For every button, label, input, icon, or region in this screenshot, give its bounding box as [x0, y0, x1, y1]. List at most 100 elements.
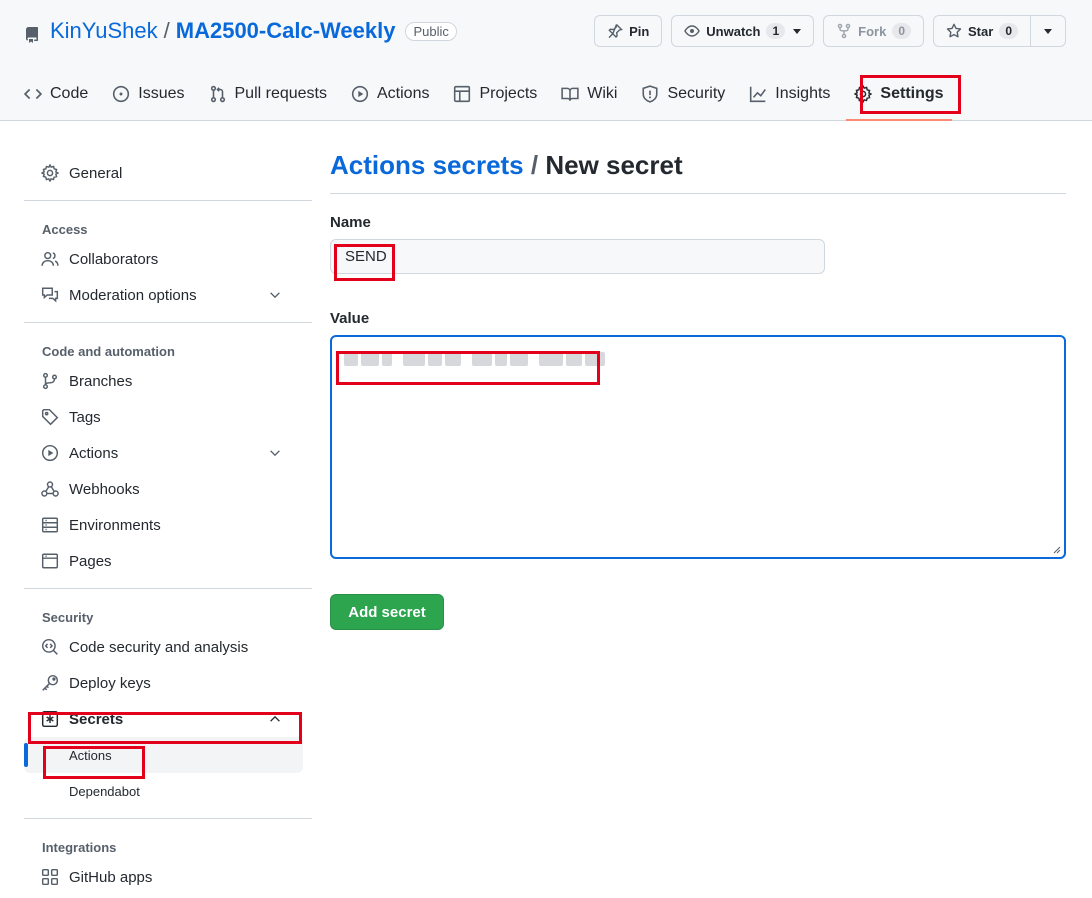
obscured-secret-value	[344, 352, 605, 366]
caret-down-icon	[1044, 28, 1052, 34]
tab-label: Insights	[775, 85, 831, 102]
apps-icon	[41, 868, 59, 886]
tab-label: Pull requests	[234, 85, 328, 102]
play-icon	[41, 444, 59, 462]
graph-icon	[750, 86, 767, 103]
settings-sidebar: General Access Collaborators Moderation …	[24, 155, 312, 895]
browser-icon	[41, 553, 59, 569]
page-title: Actions secrets / New secret	[330, 150, 1066, 194]
fork-label: Fork	[858, 23, 887, 39]
tab-issues[interactable]: Issues	[104, 74, 192, 114]
sidebar-item-tags[interactable]: Tags	[24, 399, 312, 435]
resize-grip-icon[interactable]	[1051, 544, 1061, 554]
caret-down-icon	[793, 28, 802, 34]
repo-title: KinYuShek / MA2500-Calc-Weekly Public	[24, 16, 457, 46]
sidebar-heading-security: Security	[42, 610, 94, 625]
sidebar-item-label: GitHub apps	[69, 868, 153, 886]
tab-actions[interactable]: Actions	[343, 74, 437, 114]
asterisk-box-icon	[41, 710, 59, 728]
code-icon	[24, 88, 42, 100]
key-icon	[42, 674, 59, 691]
fork-button[interactable]: Fork 0	[823, 15, 925, 47]
star-count: 0	[999, 23, 1018, 39]
table-icon	[454, 85, 471, 103]
secret-value-textarea[interactable]	[330, 335, 1066, 559]
breadcrumb-separator: /	[523, 150, 546, 180]
sidebar-item-label: Branches	[69, 372, 133, 390]
branch-icon	[42, 372, 58, 390]
tab-label: Issues	[138, 85, 185, 102]
sidebar-divider	[24, 200, 312, 201]
sidebar-item-environments[interactable]: Environments	[24, 507, 312, 543]
tab-code[interactable]: Code	[16, 74, 96, 114]
shield-icon	[642, 85, 659, 103]
sidebar-subitem-label: Actions	[69, 747, 112, 763]
sidebar-item-pages[interactable]: Pages	[24, 543, 312, 579]
eye-icon	[684, 25, 701, 37]
watch-count: 1	[766, 23, 786, 39]
star-button[interactable]: Star 0	[933, 15, 1031, 47]
fork-count: 0	[892, 23, 912, 39]
sidebar-heading-code-automation: Code and automation	[42, 344, 175, 359]
value-field-label: Value	[330, 310, 370, 327]
sidebar-item-moderation[interactable]: Moderation options	[24, 277, 312, 313]
star-list-dropdown[interactable]	[1031, 15, 1066, 47]
repo-header: KinYuShek / MA2500-Calc-Weekly Public Pi…	[0, 0, 1092, 121]
pin-label: Pin	[629, 23, 650, 39]
breadcrumb-actions-secrets-link[interactable]: Actions secrets	[330, 150, 524, 180]
unwatch-button[interactable]: Unwatch 1	[671, 15, 815, 47]
tab-label: Projects	[479, 85, 538, 102]
sidebar-item-label: Webhooks	[69, 480, 140, 498]
tab-wiki[interactable]: Wiki	[553, 74, 625, 114]
tab-settings[interactable]: Settings	[846, 74, 952, 121]
sidebar-item-label: General	[69, 164, 123, 182]
sidebar-item-label: Collaborators	[69, 250, 159, 268]
pin-button[interactable]: Pin	[594, 15, 663, 47]
name-field-label: Name	[330, 214, 371, 231]
sidebar-divider	[24, 818, 312, 819]
sidebar-divider	[24, 322, 312, 323]
play-icon	[351, 85, 369, 103]
chevron-down-icon	[270, 292, 280, 299]
secret-name-value: SEND	[345, 248, 387, 265]
repo-owner-link[interactable]: KinYuShek	[50, 18, 158, 44]
sidebar-item-label: Environments	[69, 516, 161, 534]
main-content: Actions secrets / New secret Name SEND V…	[330, 150, 1066, 630]
sidebar-item-branches[interactable]: Branches	[24, 363, 312, 399]
sidebar-divider	[24, 588, 312, 589]
repo-header-actions: Pin Unwatch 1 Fork 0 Star 0	[594, 15, 1066, 47]
sidebar-item-github-apps[interactable]: GitHub apps	[24, 859, 312, 895]
sidebar-item-label: Tags	[69, 408, 101, 426]
star-icon	[946, 23, 962, 38]
sidebar-item-general[interactable]: General	[24, 155, 312, 191]
sidebar-heading-access: Access	[42, 222, 88, 237]
sidebar-item-webhooks[interactable]: Webhooks	[24, 471, 312, 507]
tab-label: Code	[50, 85, 89, 102]
sidebar-item-code-security[interactable]: Code security and analysis	[24, 629, 312, 665]
sidebar-item-deploy-keys[interactable]: Deploy keys	[24, 665, 312, 701]
tab-insights[interactable]: Insights	[741, 74, 838, 114]
secret-name-input[interactable]: SEND	[330, 239, 825, 274]
sidebar-item-label: Deploy keys	[69, 674, 151, 692]
sidebar-item-secrets[interactable]: Secrets	[24, 701, 312, 737]
people-icon	[41, 251, 59, 266]
chevron-up-icon	[270, 715, 280, 722]
star-button-group: Star 0	[933, 15, 1066, 47]
sidebar-subitem-secrets-dependabot[interactable]: Dependabot	[24, 773, 312, 809]
tab-pull-requests[interactable]: Pull requests	[201, 74, 336, 114]
visibility-badge: Public	[405, 21, 457, 41]
sidebar-item-actions[interactable]: Actions	[24, 435, 312, 471]
star-label: Star	[968, 23, 994, 39]
sidebar-heading-integrations: Integrations	[42, 840, 117, 855]
fork-icon	[837, 23, 851, 39]
sidebar-item-label: Code security and analysis	[69, 638, 249, 656]
repo-name-link[interactable]: MA2500-Calc-Weekly	[176, 18, 396, 44]
pin-icon	[608, 24, 623, 39]
tab-security[interactable]: Security	[633, 74, 733, 114]
add-secret-button[interactable]: Add secret	[330, 594, 444, 630]
sidebar-subitem-label: Dependabot	[69, 783, 140, 799]
sidebar-subitem-secrets-actions[interactable]: Actions	[24, 737, 303, 773]
tab-projects[interactable]: Projects	[445, 74, 545, 114]
sidebar-item-collaborators[interactable]: Collaborators	[24, 241, 312, 277]
chevron-down-icon	[270, 450, 280, 457]
